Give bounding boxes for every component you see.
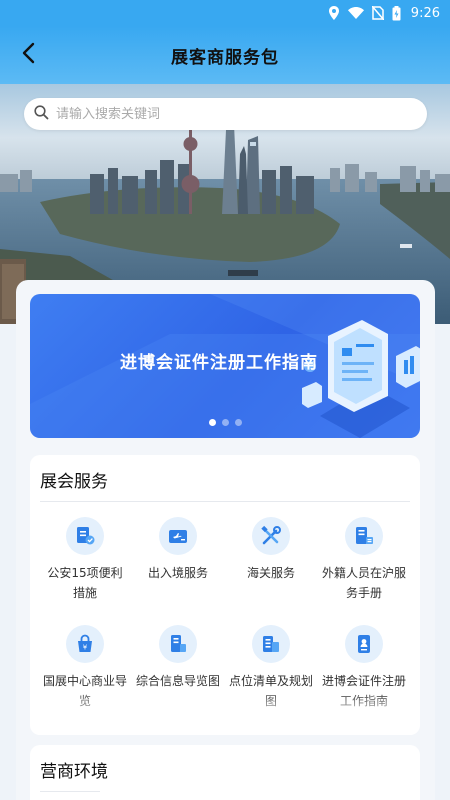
tools-icon: [252, 517, 290, 555]
carousel-dot-2[interactable]: [221, 419, 229, 426]
search-bar[interactable]: [24, 98, 427, 130]
section-title: 展会服务: [40, 472, 108, 492]
service-item-location-list[interactable]: 点位清单及规划图: [226, 625, 316, 711]
service-item-police[interactable]: 公安15项便利措施: [40, 517, 130, 603]
boarding-pass-icon: [159, 517, 197, 555]
id-badge-icon: [345, 625, 383, 663]
page-title: 展客商服务包: [171, 47, 279, 68]
service-label: 海关服务: [246, 566, 295, 580]
banner-title: 进博会证件注册工作指南: [120, 353, 318, 373]
no-sim-icon: [371, 6, 384, 20]
status-time: 9:26: [410, 5, 440, 21]
carousel-dot-1[interactable]: [208, 419, 216, 426]
wifi-icon: [347, 7, 364, 19]
exhibition-services-section: 展会服务 公安15项便利措施 出入境服务 海关服务 外籍人员在沪服务手册 ¥ 国…: [30, 455, 420, 735]
handbook-icon: [345, 517, 383, 555]
service-item-credential-guide[interactable]: 进博会证件注册工作指南: [319, 625, 409, 711]
shopping-bag-icon: ¥: [66, 625, 104, 663]
divider: [40, 791, 100, 792]
service-label: 综合信息导览图: [135, 674, 220, 688]
navigation-bar: 展客商服务包: [0, 26, 450, 84]
promo-banner[interactable]: 进博会证件注册工作指南: [30, 294, 420, 438]
police-doc-icon: [66, 517, 104, 555]
service-label: 外籍人员在沪服务手册: [321, 566, 406, 600]
location-icon: [328, 6, 340, 20]
service-item-mall-guide[interactable]: ¥ 国展中心商业导览: [40, 625, 130, 711]
carousel-dot-3[interactable]: [234, 419, 242, 426]
service-item-foreigner-handbook[interactable]: 外籍人员在沪服务手册: [319, 517, 409, 603]
carousel-indicator: [30, 419, 420, 426]
checklist-icon: [252, 625, 290, 663]
chevron-left-icon: [21, 42, 35, 68]
divider: [40, 501, 410, 502]
section-title: 营商环境: [40, 762, 108, 782]
back-button[interactable]: [10, 36, 46, 74]
service-label: 国展中心商业导览: [42, 674, 127, 708]
service-label: 出入境服务: [147, 566, 208, 580]
service-label: 点位清单及规划图: [228, 674, 313, 708]
status-bar: 9:26: [0, 0, 450, 26]
service-label: 进博会证件注册工作指南: [321, 674, 406, 708]
service-item-info-map[interactable]: 综合信息导览图: [133, 625, 223, 691]
service-item-entry-exit[interactable]: 出入境服务: [133, 517, 223, 583]
business-environment-section: 营商环境: [30, 745, 420, 800]
service-label: 公安15项便利措施: [47, 566, 123, 600]
info-map-icon: [159, 625, 197, 663]
battery-charging-icon: [392, 5, 401, 21]
search-icon: [34, 104, 49, 124]
svg-text:¥: ¥: [83, 644, 88, 652]
service-item-customs[interactable]: 海关服务: [226, 517, 316, 583]
search-input[interactable]: [56, 98, 427, 130]
